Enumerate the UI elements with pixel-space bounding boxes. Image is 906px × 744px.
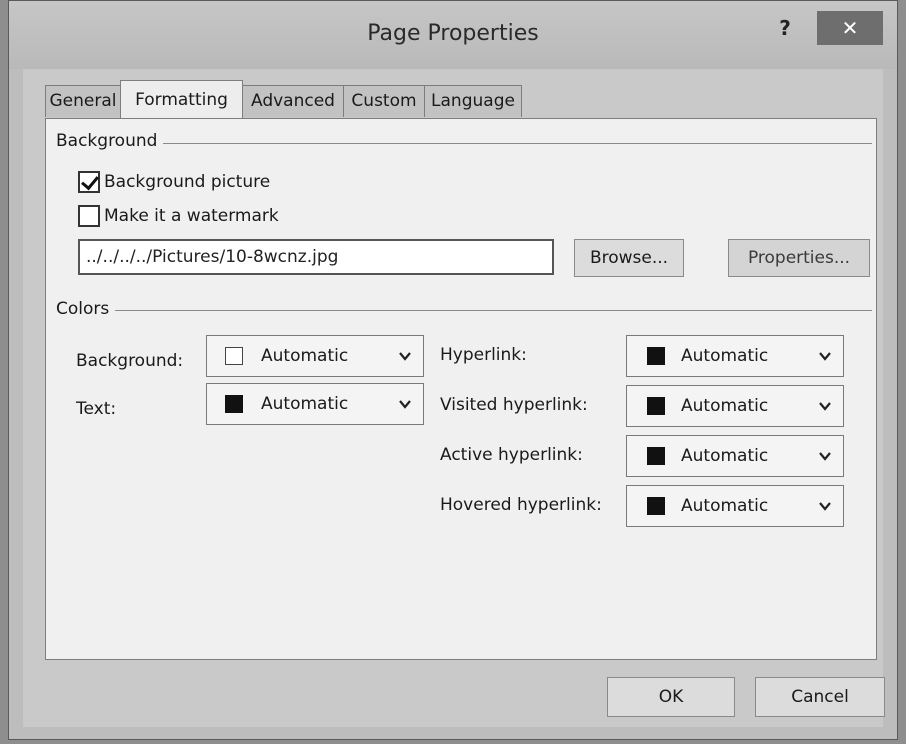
background-picture-label: Background picture [104, 172, 271, 192]
colors-group-divider [56, 310, 872, 311]
text-color-swatch [225, 395, 243, 413]
background-group-divider [56, 143, 872, 144]
dialog-title: Page Properties [367, 21, 539, 46]
visited-hyperlink-color-label: Visited hyperlink: [440, 395, 588, 415]
watermark-label: Make it a watermark [104, 206, 279, 226]
background-picture-option[interactable]: Background picture [78, 171, 270, 197]
page-properties-dialog: Page Properties ? ✕ General Formatting A… [8, 0, 898, 740]
background-picture-path-field[interactable] [78, 239, 554, 275]
visited-hyperlink-color-dropdown[interactable]: Automatic [626, 385, 844, 427]
watermark-checkbox[interactable] [78, 205, 100, 227]
close-icon: ✕ [841, 16, 859, 40]
chevron-down-icon [399, 352, 411, 361]
text-color-value: Automatic [261, 394, 349, 414]
hovered-hyperlink-color-dropdown[interactable]: Automatic [626, 485, 844, 527]
properties-button[interactable]: Properties... [728, 239, 870, 277]
hyperlink-color-swatch [647, 347, 665, 365]
tab-custom[interactable]: Custom [343, 85, 425, 117]
text-color-label: Text: [76, 399, 117, 419]
active-hyperlink-color-dropdown[interactable]: Automatic [626, 435, 844, 477]
background-color-swatch [225, 347, 243, 365]
active-hyperlink-color-value: Automatic [681, 446, 769, 466]
ok-button[interactable]: OK [607, 677, 735, 717]
hyperlink-color-value: Automatic [681, 346, 769, 366]
title-bar: Page Properties ? ✕ [9, 1, 897, 69]
chevron-down-icon [399, 400, 411, 409]
visited-hyperlink-color-swatch [647, 397, 665, 415]
chevron-down-icon [819, 352, 831, 361]
background-color-value: Automatic [261, 346, 349, 366]
tab-advanced[interactable]: Advanced [242, 85, 344, 117]
close-button[interactable]: ✕ [817, 11, 883, 45]
background-color-dropdown[interactable]: Automatic [206, 335, 424, 377]
formatting-panel: Background Background picture Make it a … [45, 118, 877, 660]
hovered-hyperlink-color-swatch [647, 497, 665, 515]
text-color-dropdown[interactable]: Automatic [206, 383, 424, 425]
background-color-label: Background: [76, 351, 184, 371]
active-hyperlink-color-label: Active hyperlink: [440, 445, 583, 465]
visited-hyperlink-color-value: Automatic [681, 396, 769, 416]
dialog-body: General Formatting Advanced Custom Langu… [23, 69, 885, 727]
browse-button[interactable]: Browse... [574, 239, 684, 277]
hovered-hyperlink-color-label: Hovered hyperlink: [440, 495, 602, 515]
tab-formatting[interactable]: Formatting [120, 80, 243, 118]
active-hyperlink-color-swatch [647, 447, 665, 465]
chevron-down-icon [819, 502, 831, 511]
chevron-down-icon [819, 402, 831, 411]
colors-group-label: Colors [56, 299, 116, 319]
tab-general[interactable]: General [45, 85, 121, 117]
hyperlink-color-dropdown[interactable]: Automatic [626, 335, 844, 377]
tab-language[interactable]: Language [424, 85, 522, 117]
question-mark-icon: ? [779, 16, 791, 40]
background-picture-checkbox[interactable] [78, 171, 100, 193]
cancel-button[interactable]: Cancel [755, 677, 885, 717]
hovered-hyperlink-color-value: Automatic [681, 496, 769, 516]
hyperlink-color-label: Hyperlink: [440, 345, 527, 365]
chevron-down-icon [819, 452, 831, 461]
background-group-label: Background [56, 131, 164, 151]
help-button[interactable]: ? [765, 11, 805, 45]
watermark-option[interactable]: Make it a watermark [78, 205, 279, 231]
